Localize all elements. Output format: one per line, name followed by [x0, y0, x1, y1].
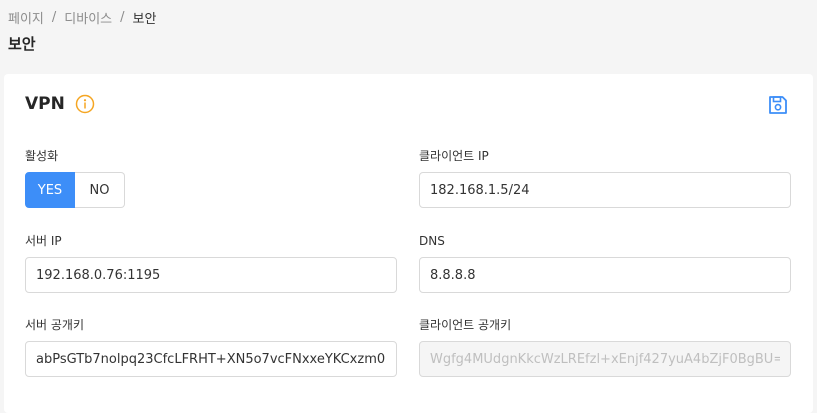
dns-input[interactable]	[419, 257, 791, 293]
client-ip-label: 클라이언트 IP	[419, 149, 489, 163]
breadcrumb: 페이지 / 디바이스 / 보안	[8, 8, 156, 27]
server-ip-input[interactable]	[25, 257, 397, 293]
dns-label: DNS	[419, 234, 445, 248]
client-ip-field: 클라이언트 IP	[419, 149, 791, 208]
card-title: VPN	[25, 94, 65, 114]
breadcrumb-item-security: 보안	[132, 12, 157, 27]
client-pubkey-input	[419, 341, 791, 377]
info-circle-icon[interactable]	[75, 94, 95, 114]
client-pubkey-label: 클라이언트 공개키	[419, 318, 512, 332]
save-icon[interactable]	[767, 94, 789, 116]
dns-field: DNS	[419, 234, 791, 293]
server-pubkey-label: 서버 공개키	[25, 318, 85, 332]
client-ip-input[interactable]	[419, 172, 791, 208]
breadcrumb-item-device[interactable]: 디바이스	[64, 8, 112, 27]
breadcrumb-separator: /	[51, 10, 57, 25]
page-title: 보안	[8, 35, 36, 53]
enable-field: 활성화 YES NO	[25, 149, 125, 208]
breadcrumb-item-page[interactable]: 페이지	[8, 8, 44, 27]
card-header: VPN	[25, 94, 95, 114]
client-pubkey-field: 클라이언트 공개키	[419, 318, 791, 377]
enable-toggle: YES NO	[25, 172, 125, 208]
server-ip-label: 서버 IP	[25, 234, 62, 248]
yes-button[interactable]: YES	[25, 172, 75, 208]
vpn-card: VPN 활성화 YES NO 클라이언트 IP 서버 IP	[4, 74, 813, 413]
breadcrumb-separator: /	[120, 10, 125, 25]
enable-label: 활성화	[25, 149, 59, 163]
server-pubkey-input[interactable]	[25, 341, 397, 377]
server-ip-field: 서버 IP	[25, 234, 397, 293]
no-button[interactable]: NO	[75, 172, 125, 208]
server-pubkey-field: 서버 공개키	[25, 318, 397, 377]
